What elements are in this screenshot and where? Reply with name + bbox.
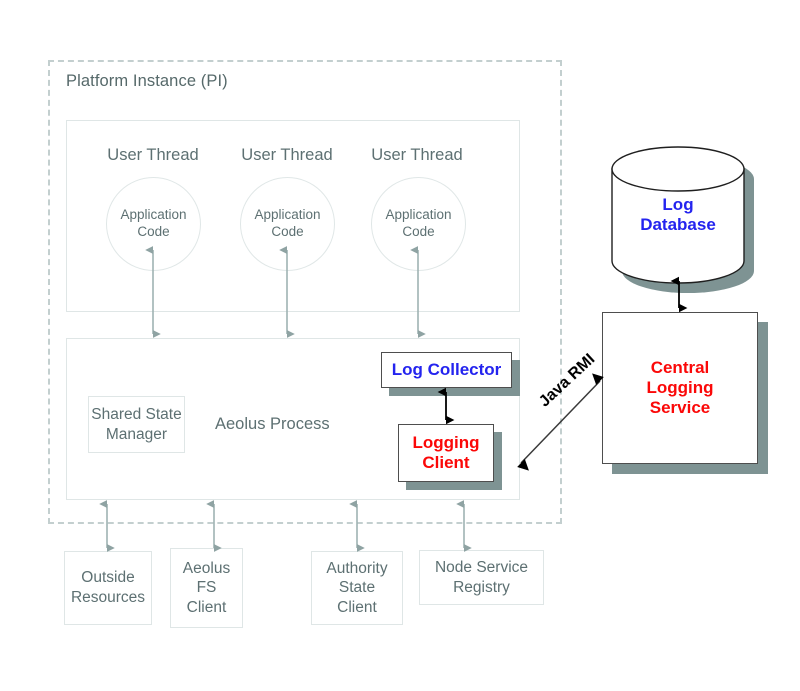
log-database-line2: Database: [640, 215, 716, 235]
application-code-line2: Code: [402, 224, 435, 239]
application-code-line1: Application: [120, 207, 187, 223]
log-collector-box: Log Collector: [381, 352, 512, 388]
aeolus-fs-line1: Aeolus: [182, 559, 231, 577]
log-database-label: Log Database: [610, 195, 746, 235]
shared-state-line2: Manager: [105, 425, 168, 443]
platform-instance-label: Platform Instance (PI): [66, 72, 228, 90]
logging-client-box: Logging Client: [398, 424, 494, 482]
authority-line3: Client: [337, 598, 377, 616]
outside-resources-line1: Outside: [81, 569, 135, 587]
shared-state-line1: Shared State: [91, 405, 182, 423]
aeolus-fs-line3: Client: [186, 598, 227, 616]
user-thread-label-1: User Thread: [107, 146, 199, 164]
authority-line2: State: [338, 579, 376, 597]
diagram-canvas: Platform Instance (PI) User Thread Appli…: [0, 0, 800, 691]
central-service-line2: Logging: [646, 378, 714, 398]
application-code-circle-1: Application Code: [106, 177, 201, 271]
application-code-line1: Application: [385, 207, 452, 223]
central-logging-service-box: Central Logging Service: [602, 312, 758, 464]
application-code-line2: Code: [137, 224, 170, 239]
logging-client-line2: Client: [422, 453, 470, 472]
outside-resources-box: Outside Resources: [64, 551, 152, 625]
aeolus-fs-line2: FS: [196, 579, 217, 597]
user-thread-label-2: User Thread: [241, 146, 333, 164]
node-service-registry-box: Node Service Registry: [419, 550, 544, 605]
aeolus-process-label: Aeolus Process: [215, 415, 330, 433]
log-database-line1: Log: [662, 195, 694, 214]
application-code-circle-3: Application Code: [371, 177, 466, 271]
user-thread-label-3: User Thread: [371, 146, 463, 164]
aeolus-fs-client-box: Aeolus FS Client: [170, 548, 243, 628]
outside-resources-line2: Resources: [70, 589, 146, 606]
shared-state-manager-box: Shared State Manager: [88, 396, 185, 453]
authority-line1: Authority: [326, 559, 388, 577]
application-code-line2: Code: [271, 224, 304, 239]
registry-line2: Registry: [453, 578, 510, 596]
application-code-circle-2: Application Code: [240, 177, 335, 271]
central-service-line3: Service: [649, 397, 711, 417]
application-code-line1: Application: [254, 207, 321, 223]
logging-client-line1: Logging: [412, 433, 480, 453]
authority-state-client-box: Authority State Client: [311, 551, 403, 625]
registry-line1: Node Service: [434, 558, 529, 576]
central-service-line1: Central: [650, 358, 710, 378]
log-collector-label: Log Collector: [391, 360, 502, 380]
